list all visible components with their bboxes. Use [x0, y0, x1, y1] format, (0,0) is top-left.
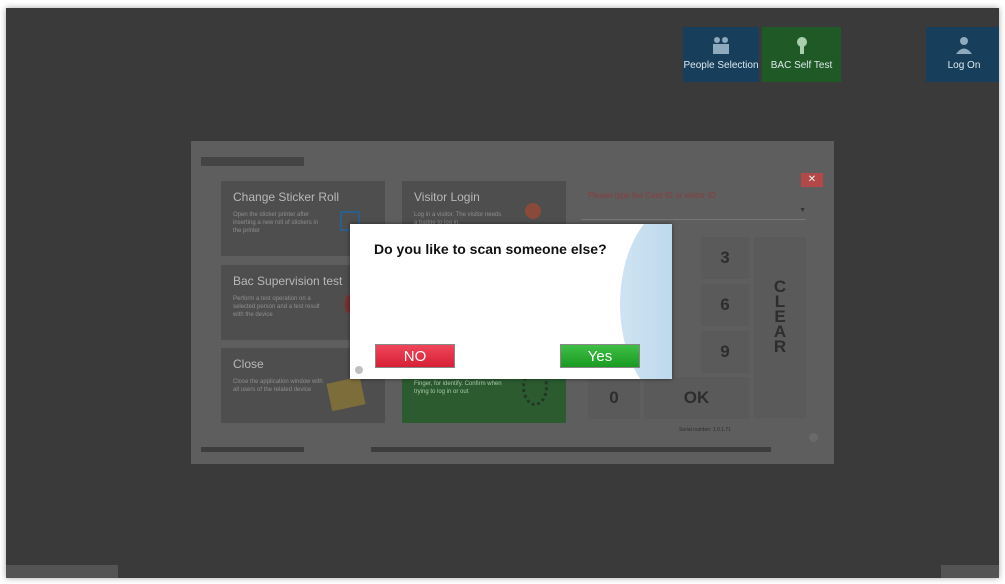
clear-button[interactable]: C L E A R	[754, 237, 806, 418]
key-9[interactable]: 9	[701, 331, 749, 373]
envelope-icon	[326, 376, 366, 412]
card-id-prompt: Please type the Card ID or visitor ID	[588, 191, 716, 200]
ok-button[interactable]: OK	[644, 377, 749, 419]
bac-self-test-label: BAC Self Test	[770, 60, 833, 71]
no-button[interactable]: NO	[375, 344, 455, 368]
yes-button[interactable]: Yes	[560, 344, 640, 368]
key-0[interactable]: 0	[588, 377, 640, 419]
clear-letter: R	[773, 337, 787, 356]
bac-supervision-desc: Perform a test operation on a selected p…	[233, 296, 320, 318]
serial-number: Serial number: 1.0.1.71	[679, 427, 731, 433]
settings-dot-icon[interactable]	[809, 433, 818, 442]
bac-self-test-button[interactable]: BAC Self Test	[762, 27, 841, 82]
close-desc: Close the application window with all us…	[233, 379, 323, 393]
dialog-question: Do you like to scan someone else?	[374, 241, 607, 257]
user-icon	[956, 37, 972, 54]
fingerprint-desc: Finger, for identify. Confirm when tryin…	[414, 381, 502, 395]
people-icon	[713, 37, 729, 54]
log-on-button[interactable]: Log On	[926, 27, 999, 82]
chevron-down-icon[interactable]: ▼	[799, 207, 806, 214]
confirm-dialog: Do you like to scan someone else? NO Yes	[350, 224, 672, 379]
log-on-label: Log On	[947, 60, 981, 71]
people-selection-button[interactable]: People Selection	[683, 27, 759, 82]
visitor-icon	[525, 203, 541, 219]
change-sticker-desc: Open the sticker printer after inserting…	[233, 212, 319, 234]
panel-tab	[201, 157, 304, 166]
panel-footer-bar	[371, 447, 771, 452]
key-6[interactable]: 6	[701, 284, 749, 326]
panel-footer-bar	[201, 447, 304, 452]
dialog-corner-icon	[355, 366, 363, 374]
breathalyzer-icon	[796, 37, 807, 54]
status-bar-right	[941, 565, 999, 578]
panel-close-icon[interactable]: ✕	[801, 173, 823, 187]
status-bar-left	[6, 565, 118, 578]
card-id-input[interactable]: ▼	[581, 207, 806, 220]
people-selection-label: People Selection	[683, 60, 759, 71]
key-3[interactable]: 3	[701, 237, 749, 279]
change-sticker-title: Change Sticker Roll	[233, 190, 340, 204]
